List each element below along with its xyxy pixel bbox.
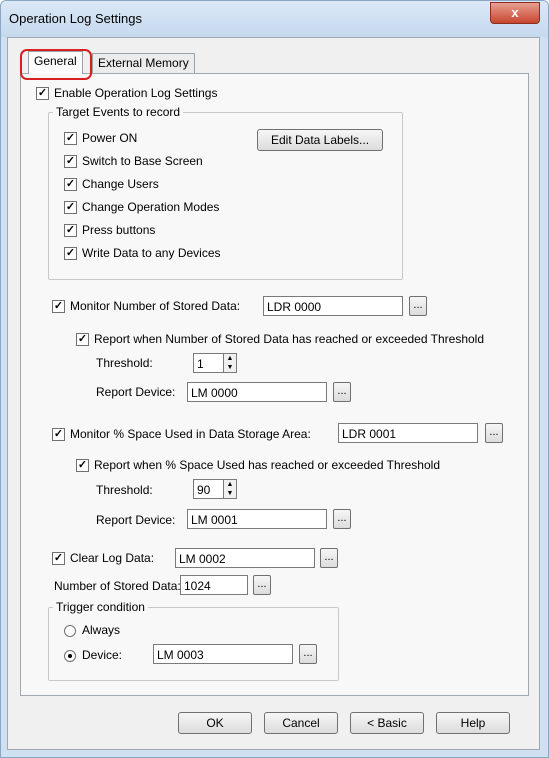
monitor-stored-checkbox[interactable]: ✓ <box>52 300 65 313</box>
monitor-stored-label: Monitor Number of Stored Data: <box>70 299 241 313</box>
report-device-space-field[interactable]: LM 0001 <box>187 509 327 529</box>
edit-data-labels-button[interactable]: Edit Data Labels... <box>257 129 383 151</box>
spin-up-icon: ▲ <box>226 355 234 362</box>
threshold-stored-label: Threshold: <box>96 356 153 370</box>
check-icon: ✓ <box>65 132 76 144</box>
stored-count-label: Number of Stored Data: <box>54 579 181 593</box>
trigger-device-radio[interactable] <box>64 650 76 662</box>
check-icon: ✓ <box>65 178 76 190</box>
trigger-device-field[interactable]: LM 0003 <box>153 644 293 664</box>
press-buttons-label: Press buttons <box>82 223 156 237</box>
check-icon: ✓ <box>53 552 64 564</box>
spin-up-icon: ▲ <box>226 481 234 488</box>
switch-base-screen-checkbox[interactable]: ✓ <box>64 155 77 168</box>
stored-count-browse-button[interactable]: ... <box>253 575 271 595</box>
check-icon: ✓ <box>37 87 48 99</box>
power-on-label: Power ON <box>82 131 138 145</box>
trigger-device-browse-button[interactable]: ... <box>299 644 317 664</box>
target-events-legend: Target Events to record <box>53 105 184 119</box>
check-icon: ✓ <box>77 333 88 345</box>
radio-selected-dot <box>68 654 72 658</box>
change-operation-modes-label: Change Operation Modes <box>82 200 220 214</box>
write-data-checkbox[interactable]: ✓ <box>64 247 77 260</box>
help-button[interactable]: Help <box>436 712 510 734</box>
report-device-stored-field[interactable]: LM 0000 <box>187 382 327 402</box>
trigger-condition-legend: Trigger condition <box>53 600 148 614</box>
report-device-space-browse-button[interactable]: ... <box>333 509 351 529</box>
tab-highlight-annotation <box>20 49 92 80</box>
threshold-space-label: Threshold: <box>96 483 153 497</box>
enable-operation-log-label: Enable Operation Log Settings <box>54 86 218 100</box>
report-stored-label: Report when Number of Stored Data has re… <box>94 332 485 346</box>
report-stored-checkbox[interactable]: ✓ <box>76 333 89 346</box>
basic-button[interactable]: < Basic <box>350 712 424 734</box>
monitor-space-label: Monitor % Space Used in Data Storage Are… <box>70 427 311 441</box>
general-tab-panel: ✓ Enable Operation Log Settings Target E… <box>20 73 529 696</box>
monitor-stored-browse-button[interactable]: ... <box>409 296 427 316</box>
trigger-always-label: Always <box>82 623 121 637</box>
tab-external-memory-label: External Memory <box>98 56 189 70</box>
report-device-stored-browse-button[interactable]: ... <box>333 382 351 402</box>
clear-log-checkbox[interactable]: ✓ <box>52 552 65 565</box>
power-on-checkbox[interactable]: ✓ <box>64 132 77 145</box>
stored-count-field[interactable]: 1024 <box>180 575 248 595</box>
check-icon: ✓ <box>65 201 76 213</box>
spin-down-icon: ▼ <box>226 490 234 497</box>
check-icon: ✓ <box>53 428 64 440</box>
press-buttons-checkbox[interactable]: ✓ <box>64 224 77 237</box>
switch-base-screen-label: Switch to Base Screen <box>82 154 203 168</box>
trigger-always-radio[interactable] <box>64 625 76 637</box>
check-icon: ✓ <box>77 459 88 471</box>
enable-operation-log-checkbox[interactable]: ✓ <box>36 87 49 100</box>
check-icon: ✓ <box>65 247 76 259</box>
check-icon: ✓ <box>53 300 64 312</box>
cancel-button[interactable]: Cancel <box>264 712 338 734</box>
report-space-checkbox[interactable]: ✓ <box>76 459 89 472</box>
clear-log-label: Clear Log Data: <box>70 551 155 565</box>
clear-log-device-field[interactable]: LM 0002 <box>175 548 315 568</box>
spin-down-icon: ▼ <box>226 364 234 371</box>
report-space-label: Report when % Space Used has reached or … <box>94 458 440 472</box>
dialog-client-area: General External Memory ✓ Enable Operati… <box>7 37 540 750</box>
monitor-stored-device-field[interactable]: LDR 0000 <box>263 296 403 316</box>
report-device-stored-label: Report Device: <box>96 385 176 399</box>
title-bar: Operation Log Settings x <box>1 1 548 37</box>
threshold-stored-spinner[interactable]: ▲ ▼ <box>223 353 237 373</box>
threshold-space-spinner[interactable]: ▲ ▼ <box>223 479 237 499</box>
change-users-label: Change Users <box>82 177 159 191</box>
change-users-checkbox[interactable]: ✓ <box>64 178 77 191</box>
monitor-space-device-field[interactable]: LDR 0001 <box>338 423 478 443</box>
write-data-label: Write Data to any Devices <box>82 246 221 260</box>
trigger-device-label: Device: <box>82 648 123 662</box>
tab-external-memory[interactable]: External Memory <box>92 53 195 74</box>
close-button[interactable]: x <box>490 2 540 24</box>
monitor-space-browse-button[interactable]: ... <box>485 423 503 443</box>
check-icon: ✓ <box>65 224 76 236</box>
window-title: Operation Log Settings <box>9 11 142 26</box>
report-device-space-label: Report Device: <box>96 513 176 527</box>
monitor-space-checkbox[interactable]: ✓ <box>52 428 65 441</box>
change-operation-modes-checkbox[interactable]: ✓ <box>64 201 77 214</box>
ok-button[interactable]: OK <box>178 712 252 734</box>
clear-log-browse-button[interactable]: ... <box>320 548 338 568</box>
check-icon: ✓ <box>65 155 76 167</box>
